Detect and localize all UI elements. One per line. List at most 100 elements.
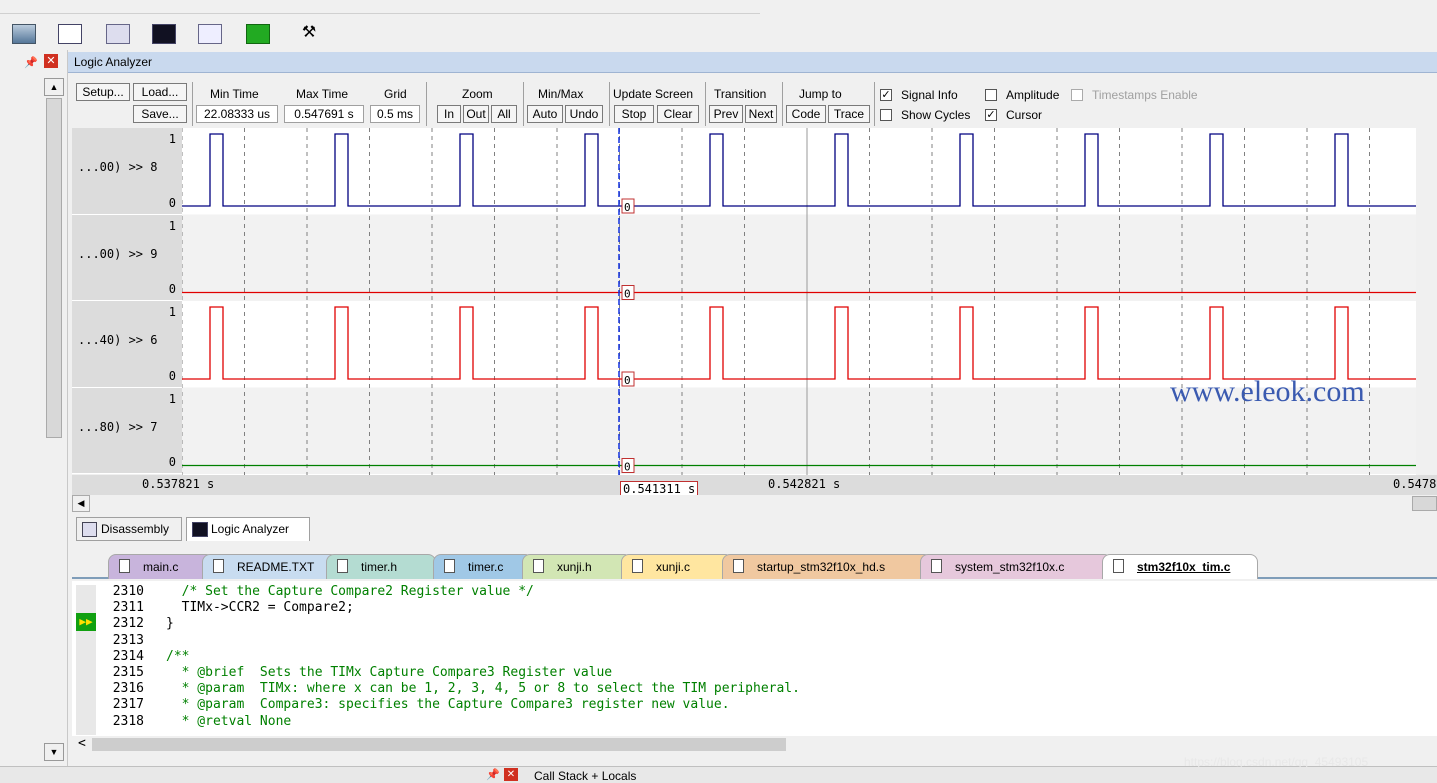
- code-scroll-thumb[interactable]: [92, 738, 786, 751]
- scroll-left-button[interactable]: ◀: [72, 495, 90, 512]
- time-axis: 0.537821 s 0.541311 s 0.542821 s 0.5478: [72, 475, 1437, 497]
- document-icon: [733, 559, 744, 573]
- show-cycles-checkbox[interactable]: [880, 109, 892, 121]
- disassembly-icon: [82, 522, 97, 537]
- zoom-label: Zoom: [462, 87, 493, 101]
- pin-icon[interactable]: 📌: [24, 56, 38, 69]
- amplitude-checkbox[interactable]: [985, 89, 997, 101]
- code-button[interactable]: Code: [786, 105, 826, 123]
- scroll-thumb-h[interactable]: [1412, 496, 1437, 511]
- command-window-icon[interactable]: [12, 24, 36, 44]
- close-icon[interactable]: ✕: [504, 768, 518, 781]
- signal-label-row[interactable]: 1 ...00) >> 8 0: [72, 128, 182, 215]
- scroll-left-icon[interactable]: <: [78, 736, 86, 751]
- system-viewer-icon[interactable]: [246, 24, 270, 44]
- prev-button[interactable]: Prev: [709, 105, 743, 123]
- undo-button[interactable]: Undo: [565, 105, 603, 123]
- file-tab-label: README.TXT: [237, 560, 315, 574]
- file-tab[interactable]: README.TXT: [202, 554, 338, 579]
- file-tab-label: timer.c: [468, 560, 504, 574]
- timestamps-checkbox[interactable]: [1071, 89, 1083, 101]
- signal-info-label: Signal Info: [901, 88, 958, 102]
- signal-label-row[interactable]: 1 ...40) >> 6 0: [72, 301, 182, 388]
- logic-analyzer-title: Logic Analyzer: [74, 55, 153, 69]
- code-editor[interactable]: ▶▶ < 2310 /* Set the Capture Compare2 Re…: [72, 581, 1437, 753]
- logic-analyzer-icon[interactable]: [152, 24, 176, 44]
- horizontal-scrollbar[interactable]: ◀: [72, 495, 1437, 512]
- jump-to-label: Jump to: [799, 87, 842, 101]
- clear-button[interactable]: Clear: [657, 105, 699, 123]
- min-time-label: Min Time: [210, 87, 259, 101]
- breakpoint-gutter[interactable]: [76, 585, 96, 735]
- zoom-out-button[interactable]: Out: [463, 105, 489, 123]
- line-number: 2314: [112, 648, 144, 664]
- close-icon[interactable]: ✕: [44, 54, 58, 68]
- file-tab[interactable]: timer.c: [433, 554, 533, 579]
- separator: [426, 82, 427, 126]
- code-line[interactable]: /**: [166, 649, 189, 665]
- trace-button[interactable]: Trace: [828, 105, 870, 123]
- save-button[interactable]: Save...: [133, 105, 187, 123]
- separator: [523, 82, 524, 126]
- scroll-up-button[interactable]: ▲: [44, 78, 64, 96]
- signal-name: ...00) >> 8: [78, 160, 158, 174]
- setup-button[interactable]: Setup...: [76, 83, 130, 101]
- pin-icon[interactable]: 📌: [486, 768, 500, 781]
- file-tab[interactable]: xunji.c: [621, 554, 733, 579]
- document-icon: [337, 559, 348, 573]
- file-tab-label: system_stm32f10x.c: [955, 560, 1065, 574]
- code-line[interactable]: * @retval None: [166, 714, 292, 730]
- tab-disassembly[interactable]: Disassembly: [76, 517, 182, 541]
- code-line[interactable]: * @brief Sets the TIMx Capture Compare3 …: [166, 665, 612, 681]
- signal-info-checkbox[interactable]: ✓: [880, 89, 892, 101]
- file-tab[interactable]: stm32f10x_tim.c: [1102, 554, 1258, 579]
- zoom-all-button[interactable]: All: [491, 105, 517, 123]
- tab-logic-analyzer[interactable]: Logic Analyzer: [186, 517, 310, 541]
- line-number: 2310: [112, 584, 144, 599]
- file-tab[interactable]: system_stm32f10x.c: [920, 554, 1112, 579]
- memory-window-icon[interactable]: [106, 24, 130, 44]
- signal-label-row[interactable]: 1 ...00) >> 9 0: [72, 214, 182, 301]
- next-button[interactable]: Next: [745, 105, 777, 123]
- trace-window-icon[interactable]: [198, 24, 222, 44]
- file-tab[interactable]: timer.h: [326, 554, 436, 579]
- vertical-scrollbar[interactable]: ▲ ▼: [44, 78, 64, 766]
- code-line[interactable]: * @param TIMx: where x can be 1, 2, 3, 4…: [166, 681, 800, 697]
- current-line-arrow-icon: ▶▶: [76, 613, 96, 631]
- toolbox-icon[interactable]: ⚒: [298, 24, 320, 42]
- signal-label-row[interactable]: 1 ...80) >> 7 0: [72, 387, 182, 474]
- watch-window-icon[interactable]: [58, 24, 82, 44]
- file-tab[interactable]: xunji.h: [522, 554, 632, 579]
- file-tab-label: main.c: [143, 560, 179, 574]
- file-tab-label: xunji.c: [656, 560, 691, 574]
- code-line[interactable]: }: [166, 616, 174, 632]
- code-line[interactable]: * @param Compare3: specifies the Capture…: [166, 697, 730, 713]
- logic-analyzer-titlebar: Logic Analyzer: [68, 52, 1437, 73]
- separator: [874, 82, 875, 126]
- code-line[interactable]: /* Set the Capture Compare2 Register val…: [166, 584, 534, 600]
- cursor-checkbox[interactable]: ✓: [985, 109, 997, 121]
- scroll-thumb[interactable]: [46, 98, 62, 438]
- waveform-plot[interactable]: 0 0 0 0: [182, 128, 1416, 475]
- auto-button[interactable]: Auto: [527, 105, 563, 123]
- min-time-value: 22.08333 us: [196, 105, 278, 123]
- zoom-in-button[interactable]: In: [437, 105, 461, 123]
- cursor-value-text: 0: [624, 374, 631, 387]
- load-button[interactable]: Load...: [133, 83, 187, 101]
- scroll-down-button[interactable]: ▼: [44, 743, 64, 761]
- code-hscrollbar[interactable]: <: [72, 736, 1437, 753]
- tab-logic-analyzer-label: Logic Analyzer: [211, 522, 290, 536]
- signal-row-bg: [182, 214, 1416, 301]
- debug-toolbar: ⚒: [0, 20, 345, 46]
- file-tab[interactable]: startup_stm32f10x_hd.s: [722, 554, 932, 579]
- stop-button[interactable]: Stop: [614, 105, 654, 123]
- show-cycles-label: Show Cycles: [901, 108, 971, 122]
- signal-name: ...40) >> 6: [78, 333, 158, 347]
- signal-name: ...80) >> 7: [78, 419, 158, 434]
- file-tab[interactable]: main.c: [108, 554, 214, 579]
- document-icon: [213, 559, 224, 573]
- signal-name: ...00) >> 9: [78, 246, 158, 261]
- separator: [782, 82, 783, 126]
- grid-value: 0.5 ms: [370, 105, 420, 123]
- code-line[interactable]: TIMx->CCR2 = Compare2;: [166, 600, 354, 616]
